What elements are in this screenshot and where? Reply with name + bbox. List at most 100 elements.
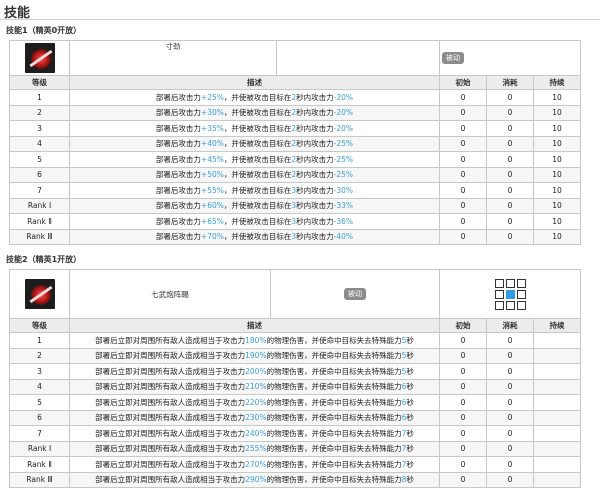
skill1-header: 技能1（精英0开放） — [6, 26, 82, 35]
sp-cost-cell: 0 — [486, 89, 534, 106]
level-cell: 3 — [9, 120, 70, 137]
initial-sp-cell: 0 — [439, 166, 487, 183]
range-tile — [505, 300, 515, 310]
duration-cell — [532, 471, 582, 488]
col-initial: 初始 — [439, 318, 487, 333]
duration-cell — [532, 425, 582, 442]
duration-cell: 10 — [532, 182, 582, 199]
level-cell: 6 — [9, 409, 70, 426]
description-value: -25% — [333, 154, 354, 164]
description-text: 部署后攻击力 — [155, 201, 201, 211]
description-text: ，并使被攻击目标在 — [223, 139, 292, 149]
description-text: 部署后攻击力 — [155, 232, 201, 242]
description-text: 秒内攻击力 — [296, 108, 334, 118]
initial-sp-cell: 0 — [439, 104, 487, 121]
initial-sp-cell: 0 — [439, 471, 487, 488]
table-row: 3 部署后立即对周围所有敌人造成相当于攻击力200%的物理伤害，并使命中目标失去特… — [9, 363, 582, 380]
sp-cost-cell: 0 — [486, 104, 534, 121]
description-cell: 部署后攻击力+35%，并使被攻击目标在2秒内攻击力-20% — [69, 120, 440, 137]
description-text: 的物理伤害，并使命中目标失去特殊能力 — [266, 428, 402, 438]
description-text: 秒内攻击力 — [296, 123, 334, 133]
description-cell: 部署后立即对周围所有敌人造成相当于攻击力255%的物理伤害，并使命中目标失去特殊… — [69, 440, 440, 457]
duration-cell — [532, 394, 582, 411]
table-row: 4 部署后攻击力+40%，并使被攻击目标在2秒内攻击力-25% 0 0 10 — [9, 135, 582, 152]
level-cell: Rank Ⅱ — [9, 456, 70, 473]
description-value: +40% — [200, 139, 224, 149]
skill1-info-row: 寸劲 被动 — [9, 40, 582, 76]
skill2-name: 七武炮阵踢 — [151, 289, 189, 299]
level-cell: 2 — [9, 104, 70, 121]
skill2-info-row: 七武炮阵踢 被动 — [9, 269, 582, 319]
description-value: +50% — [200, 170, 224, 180]
duration-cell — [532, 363, 582, 380]
col-level: 等级 — [9, 318, 70, 333]
sp-cost-cell: 0 — [486, 213, 534, 230]
description-value: -25% — [333, 139, 354, 149]
description-cell: 部署后立即对周围所有敌人造成相当于攻击力210%的物理伤害，并使命中目标失去特殊… — [69, 378, 440, 395]
sp-cost-cell: 0 — [486, 166, 534, 183]
description-text: 部署后立即对周围所有敌人造成相当于攻击力 — [95, 459, 246, 469]
description-text: 秒 — [406, 335, 414, 345]
initial-sp-cell: 0 — [439, 135, 487, 152]
skill1-type-badge: 被动 — [442, 52, 464, 64]
table-row: 2 部署后立即对周围所有敌人造成相当于攻击力190%的物理伤害，并使命中目标失去特… — [9, 347, 582, 364]
level-cell: Rank Ⅱ — [9, 213, 70, 230]
red-burst-skill-icon — [24, 43, 55, 73]
sp-cost-cell: 0 — [486, 151, 534, 168]
initial-sp-cell: 0 — [439, 120, 487, 137]
description-text: 秒 — [406, 444, 414, 454]
description-text: 部署后攻击力 — [155, 185, 201, 195]
description-text: ，并使被攻击目标在 — [223, 170, 292, 180]
col-duration: 持续 — [532, 75, 582, 90]
description-cell: 部署后立即对周围所有敌人造成相当于攻击力270%的物理伤害，并使命中目标失去特殊… — [69, 456, 440, 473]
table-row: Rank Ⅰ 部署后立即对周围所有敌人造成相当于攻击力255%的物理伤害，并使命中… — [9, 440, 582, 457]
red-kick-skill-icon — [24, 279, 55, 309]
initial-sp-cell: 0 — [439, 182, 487, 199]
description-text: 秒 — [406, 366, 414, 376]
sp-cost-cell: 0 — [486, 197, 534, 214]
description-cell: 部署后立即对周围所有敌人造成相当于攻击力290%的物理伤害，并使命中目标失去特殊… — [69, 471, 440, 488]
initial-sp-cell: 0 — [439, 213, 487, 230]
description-value: -20% — [333, 92, 354, 102]
duration-cell: 10 — [532, 120, 582, 137]
description-value: 200% — [245, 366, 267, 376]
initial-sp-cell: 0 — [439, 228, 487, 245]
description-value: +60% — [200, 201, 224, 211]
description-value: 210% — [245, 382, 267, 392]
description-cell: 部署后攻击力+50%，并使被攻击目标在2秒内攻击力-25% — [69, 166, 440, 183]
skill2-range-cell — [438, 269, 582, 319]
description-value: 255% — [245, 444, 267, 454]
description-cell: 部署后立即对周围所有敌人造成相当于攻击力180%的物理伤害，并使命中目标失去特殊… — [69, 332, 440, 349]
initial-sp-cell: 0 — [439, 332, 487, 349]
duration-cell: 10 — [532, 213, 582, 230]
table-row: Rank Ⅲ 部署后立即对周围所有敌人造成相当于攻击力290%的物理伤害，并使命中… — [9, 471, 582, 488]
description-cell: 部署后攻击力+65%，并使被攻击目标在3秒内攻击力-36% — [69, 213, 440, 230]
description-cell: 部署后攻击力+60%，并使被攻击目标在3秒内攻击力-33% — [69, 197, 440, 214]
sp-cost-cell: 0 — [486, 456, 534, 473]
description-value: +70% — [200, 232, 224, 242]
range-tile-active — [505, 289, 515, 299]
sp-cost-cell: 0 — [486, 120, 534, 137]
description-text: 秒内攻击力 — [296, 232, 334, 242]
description-text: 部署后攻击力 — [155, 139, 201, 149]
description-text: 部署后立即对周围所有敌人造成相当于攻击力 — [95, 382, 246, 392]
description-text: 的物理伤害，并使命中目标失去特殊能力 — [266, 397, 402, 407]
table-row: 3 部署后攻击力+35%，并使被攻击目标在2秒内攻击力-20% 0 0 10 — [9, 120, 582, 137]
table-row: 2 部署后攻击力+30%，并使被攻击目标在2秒内攻击力-20% 0 0 10 — [9, 104, 582, 121]
description-text: 部署后攻击力 — [155, 108, 201, 118]
description-text: 秒 — [406, 413, 414, 423]
description-cell: 部署后攻击力+40%，并使被攻击目标在2秒内攻击力-25% — [69, 135, 440, 152]
level-cell: 2 — [9, 347, 70, 364]
description-text: 秒内攻击力 — [296, 185, 334, 195]
description-text: 部署后攻击力 — [155, 170, 201, 180]
description-text: 部署后攻击力 — [155, 154, 201, 164]
duration-cell — [532, 378, 582, 395]
description-value: 240% — [245, 428, 267, 438]
skill1-name: 寸劲 — [165, 42, 181, 51]
description-value: -33% — [333, 201, 354, 211]
skill1-column-header: 等级 描述 初始 消耗 持续 — [9, 75, 582, 90]
range-tile — [505, 278, 515, 288]
description-cell: 部署后立即对周围所有敌人造成相当于攻击力220%的物理伤害，并使命中目标失去特殊… — [69, 394, 440, 411]
table-row: 6 部署后攻击力+50%，并使被攻击目标在2秒内攻击力-25% 0 0 10 — [9, 166, 582, 183]
range-tile — [494, 289, 504, 299]
